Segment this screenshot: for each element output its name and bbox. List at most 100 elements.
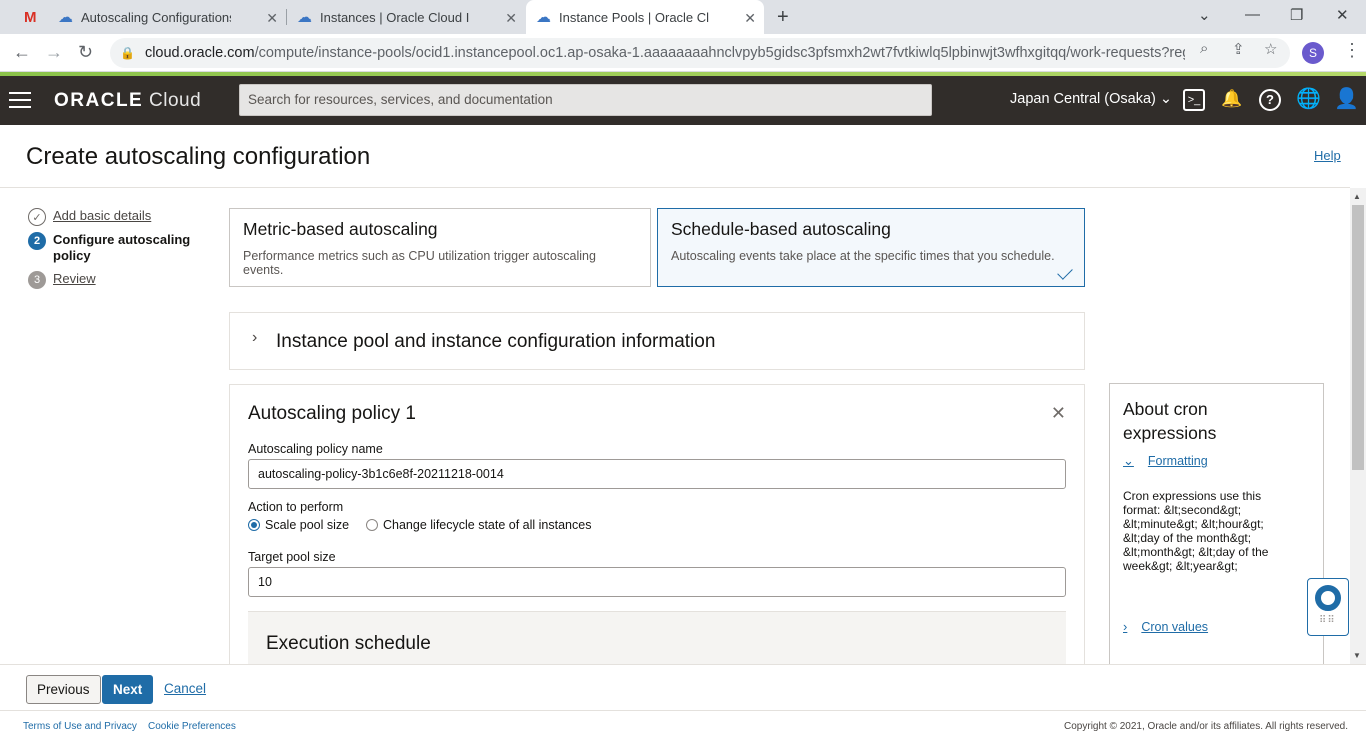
support-lifebuoy-button[interactable]: ⠿⠿ bbox=[1307, 578, 1349, 636]
browser-tab-strip: M ☁ Autoscaling Configurations | Oracle … bbox=[0, 0, 1366, 34]
policy-name-label: Autoscaling policy name bbox=[248, 442, 383, 456]
close-window-icon[interactable]: ✕ bbox=[1336, 6, 1349, 24]
restore-icon[interactable]: ❐ bbox=[1290, 6, 1303, 24]
oracle-cloud-icon: ☁ bbox=[58, 9, 73, 26]
bookmark-star-icon[interactable]: ☆ bbox=[1264, 40, 1277, 58]
target-size-input[interactable]: 10 bbox=[248, 567, 1066, 597]
cloud-shell-icon[interactable]: >_ bbox=[1183, 89, 1205, 111]
console-search-input[interactable]: Search for resources, services, and docu… bbox=[239, 84, 932, 116]
oracle-cloud-logo[interactable]: ORACLE Cloud bbox=[54, 90, 201, 112]
close-icon[interactable]: ✕ bbox=[1051, 403, 1066, 424]
cron-values-link: Cron values bbox=[1141, 619, 1209, 634]
region-label: Japan Central (Osaka) bbox=[1010, 91, 1156, 107]
about-cron-panel: About cron expressions ⌄ Formatting Cron… bbox=[1109, 383, 1324, 673]
cron-format-text: Cron expressions use this format: &lt;se… bbox=[1123, 489, 1269, 573]
card-title: Metric-based autoscaling bbox=[243, 219, 438, 239]
step-label: Configure autoscaling policy bbox=[53, 232, 191, 263]
legal-footer: Terms of Use and Privacy Cookie Preferen… bbox=[0, 710, 1366, 736]
terms-link[interactable]: Terms of Use and Privacy bbox=[23, 721, 137, 732]
checkmark-icon: ✓ bbox=[28, 208, 46, 226]
about-cron-title: About cron expressions bbox=[1123, 399, 1217, 443]
next-button[interactable]: Next bbox=[102, 675, 154, 704]
schedule-based-card[interactable]: Schedule-based autoscaling Autoscaling e… bbox=[657, 208, 1085, 287]
url-path: /compute/instance-pools/ocid1.instancepo… bbox=[254, 45, 1185, 61]
cron-values-toggle[interactable]: › Cron values bbox=[1123, 619, 1208, 634]
card-description: Performance metrics such as CPU utilizat… bbox=[243, 249, 596, 277]
oracle-cloud-icon: ☁ bbox=[536, 9, 551, 26]
cancel-link[interactable]: Cancel bbox=[154, 675, 216, 704]
policy-title: Autoscaling policy 1 bbox=[248, 403, 416, 424]
brand-suffix: Cloud bbox=[149, 90, 202, 111]
close-tab-icon[interactable]: ✕ bbox=[505, 10, 517, 27]
help-icon[interactable]: ? bbox=[1259, 89, 1281, 111]
url-field[interactable]: 🔒 cloud.oracle.com/compute/instance-pool… bbox=[110, 38, 1290, 68]
card-description: Autoscaling events take place at the spe… bbox=[671, 249, 1055, 263]
globe-icon[interactable]: 🌐 bbox=[1296, 89, 1321, 111]
radio-scale-pool-size[interactable]: Scale pool size bbox=[248, 518, 349, 532]
radio-label: Scale pool size bbox=[265, 518, 350, 532]
radio-label: Change lifecycle state of all instances bbox=[383, 518, 592, 532]
step-review[interactable]: 3 Review bbox=[28, 271, 96, 289]
chevron-down-icon: ⌄ bbox=[1159, 91, 1173, 107]
selected-check-icon bbox=[1057, 264, 1073, 280]
new-tab-icon[interactable]: + bbox=[777, 6, 789, 29]
url-text: cloud.oracle.com/compute/instance-pools/… bbox=[145, 45, 1185, 61]
zoom-icon[interactable]: ⌕ bbox=[1200, 40, 1208, 57]
page-title: Create autoscaling configuration bbox=[26, 143, 371, 170]
brand-text: ORACLE bbox=[54, 90, 144, 111]
target-size-label: Target pool size bbox=[248, 550, 336, 564]
gmail-icon: M bbox=[24, 8, 37, 26]
metric-based-card[interactable]: Metric-based autoscaling Performance met… bbox=[229, 208, 651, 287]
reload-icon[interactable]: ↻ bbox=[78, 42, 93, 63]
title-divider bbox=[0, 187, 1350, 188]
card-title: Schedule-based autoscaling bbox=[671, 219, 891, 239]
hamburger-menu-icon[interactable] bbox=[9, 92, 31, 113]
help-link[interactable]: Help bbox=[1314, 148, 1341, 163]
share-icon[interactable]: ⇪ bbox=[1232, 40, 1245, 58]
close-tab-icon[interactable]: ✕ bbox=[744, 10, 756, 27]
chevron-down-icon: ⌄ bbox=[1123, 453, 1134, 468]
user-profile-icon[interactable]: 👤 bbox=[1334, 89, 1359, 111]
radio-selected-icon bbox=[248, 519, 260, 531]
region-selector[interactable]: Japan Central (Osaka) ⌄ bbox=[1010, 91, 1172, 107]
scrollbar-thumb[interactable] bbox=[1352, 205, 1364, 470]
console-header: ORACLE Cloud Search for resources, servi… bbox=[0, 76, 1366, 125]
drag-handle-icon[interactable]: ⠿⠿ bbox=[1319, 616, 1336, 626]
radio-change-lifecycle[interactable]: Change lifecycle state of all instances bbox=[366, 518, 591, 532]
radio-unselected-icon bbox=[366, 519, 378, 531]
tab-title: Instance Pools | Oracle Cloud Infrastruc… bbox=[559, 9, 709, 25]
action-label: Action to perform bbox=[248, 500, 344, 514]
gmail-tab[interactable]: M bbox=[8, 0, 37, 34]
step-label: Review bbox=[53, 271, 96, 286]
formatting-toggle[interactable]: ⌄ Formatting bbox=[1123, 453, 1208, 469]
copyright-text: Copyright © 2021, Oracle and/or its affi… bbox=[1064, 721, 1348, 732]
close-tab-icon[interactable]: ✕ bbox=[266, 10, 278, 27]
scroll-up-arrow-icon[interactable]: ▲ bbox=[1353, 192, 1361, 201]
forward-icon[interactable]: → bbox=[45, 42, 63, 63]
scroll-down-arrow-icon[interactable]: ▼ bbox=[1353, 651, 1361, 660]
address-bar: ← → ↻ 🔒 cloud.oracle.com/compute/instanc… bbox=[0, 34, 1366, 72]
step-label: Add basic details bbox=[53, 208, 152, 223]
tab-autoscaling-configurations[interactable]: ☁ Autoscaling Configurations | Oracle Cl… bbox=[48, 0, 286, 34]
step-number: 3 bbox=[28, 271, 46, 289]
policy-name-input[interactable]: autoscaling-policy-3b1c6e8f-20211218-001… bbox=[248, 459, 1066, 489]
cookie-preferences-link[interactable]: Cookie Preferences bbox=[148, 721, 236, 732]
profile-avatar[interactable]: S bbox=[1302, 42, 1324, 64]
tab-search-icon[interactable]: ⌄ bbox=[1198, 6, 1211, 24]
chevron-right-icon: › bbox=[252, 329, 258, 346]
minimize-icon[interactable]: — bbox=[1245, 6, 1260, 23]
url-host: cloud.oracle.com bbox=[144, 45, 255, 61]
execution-schedule-title: Execution schedule bbox=[266, 633, 431, 654]
bell-icon[interactable]: 🔔 bbox=[1221, 89, 1243, 111]
tab-instance-pools[interactable]: ☁ Instance Pools | Oracle Cloud Infrastr… bbox=[526, 0, 764, 34]
section-label: Instance pool and instance configuration… bbox=[276, 331, 716, 352]
browser-menu-icon[interactable]: ⋮ bbox=[1343, 40, 1361, 61]
back-icon[interactable]: ← bbox=[13, 42, 31, 63]
step-add-basic-details[interactable]: ✓ Add basic details bbox=[28, 208, 151, 226]
pool-config-section[interactable]: › Instance pool and instance configurati… bbox=[229, 312, 1085, 370]
previous-button[interactable]: Previous bbox=[26, 675, 101, 704]
tab-title: Autoscaling Configurations | Oracle Clou… bbox=[81, 9, 231, 25]
chevron-right-icon: › bbox=[1123, 619, 1128, 634]
autoscaling-policy-panel: Autoscaling policy 1 ✕ Autoscaling polic… bbox=[229, 384, 1085, 675]
tab-instances[interactable]: ☁ Instances | Oracle Cloud Infrastructur… bbox=[287, 0, 525, 34]
